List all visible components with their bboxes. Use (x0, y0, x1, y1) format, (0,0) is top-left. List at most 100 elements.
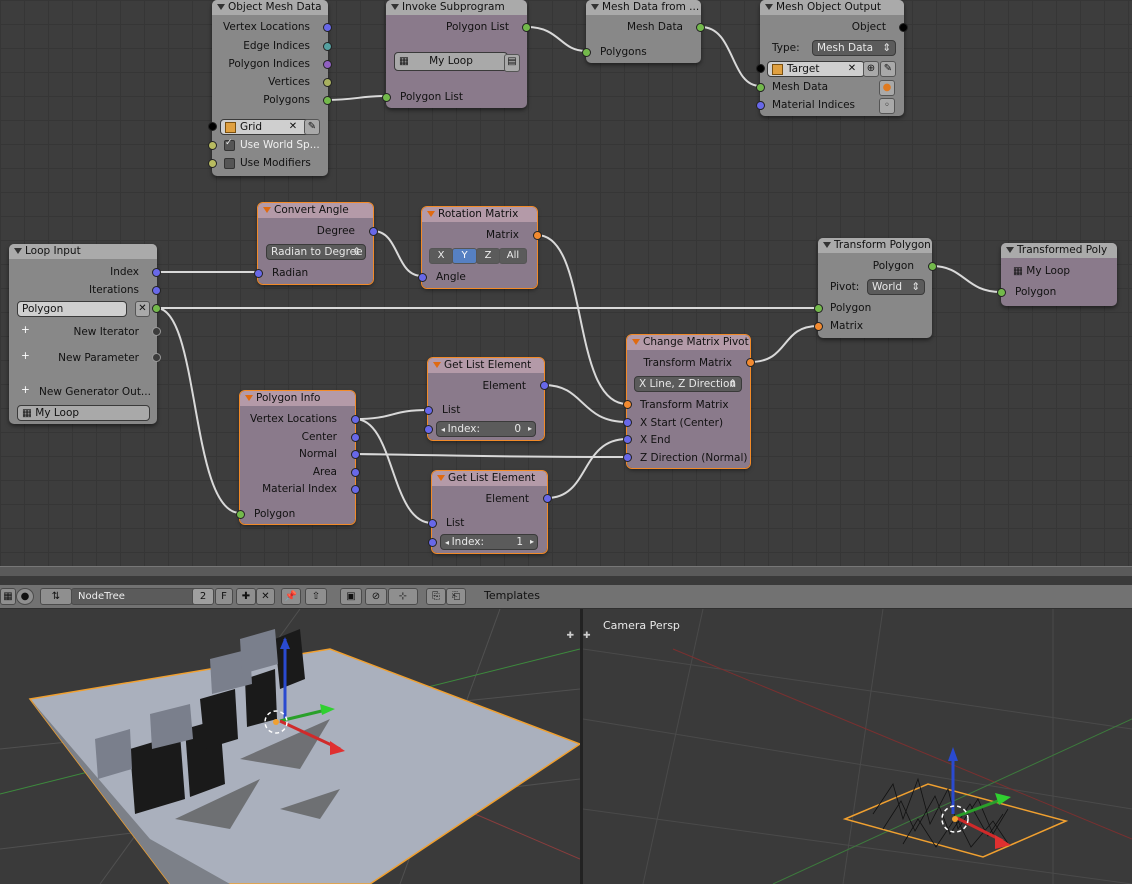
subprogram-selector[interactable]: ▦ My Loop (394, 52, 508, 71)
node-title[interactable]: Transformed Poly (1001, 243, 1117, 258)
pivot-mode-dropdown[interactable]: X Line, Z Direction ⇕ (634, 376, 742, 392)
output-socket[interactable] (899, 23, 908, 32)
use-modifiers-checkbox[interactable] (224, 158, 235, 169)
output-socket[interactable] (746, 358, 755, 367)
input-socket[interactable] (236, 510, 245, 519)
rotation-matrix-node[interactable]: Rotation Matrix Matrix X Y Z All Angle (418, 206, 542, 289)
clear-icon[interactable]: ✕ (287, 120, 299, 134)
index-field[interactable]: ◂ Index: 0 ▸ (436, 421, 536, 437)
new-generator-button[interactable]: New Generator Out... (39, 386, 151, 398)
output-socket[interactable] (323, 23, 332, 32)
loop-name-field[interactable]: ▦ My Loop (17, 405, 150, 421)
input-socket[interactable] (208, 141, 217, 150)
3d-viewport-rendered[interactable]: ✚ (0, 609, 580, 884)
type-dropdown[interactable]: Mesh Data ⇕ (812, 40, 896, 56)
paste-icon[interactable]: ⎗ (446, 588, 466, 605)
fake-user-button[interactable]: F (215, 588, 233, 605)
convert-angle-node[interactable]: Convert Angle Degree Radian to Degree ⇕ R… (254, 202, 378, 285)
snap-mode-icon[interactable]: ⊹ (388, 588, 418, 605)
conversion-mode-dropdown[interactable]: Radian to Degree ⇕ (266, 244, 366, 260)
output-socket[interactable] (323, 60, 332, 69)
object-mesh-data-node[interactable]: Object Mesh Data Vertex Locations Edge I… (208, 0, 332, 176)
output-socket[interactable] (351, 433, 360, 442)
output-socket[interactable] (696, 23, 705, 32)
new-parameter-button[interactable]: New Parameter (58, 352, 139, 364)
eyedropper-icon[interactable]: ✎ (880, 61, 896, 77)
clear-icon[interactable]: ✕ (846, 62, 858, 76)
change-matrix-pivot-node[interactable]: Change Matrix Pivot Transform Matrix X L… (623, 334, 755, 469)
node-title[interactable]: Transform Polygon (818, 238, 932, 253)
input-socket[interactable] (756, 64, 765, 73)
templates-menu[interactable]: Templates (484, 589, 540, 602)
input-socket[interactable] (254, 269, 263, 278)
mesh-data-from-node[interactable]: Mesh Data from ... Mesh Data Polygons (582, 0, 705, 63)
node-tree-browse-icon[interactable]: ⇅ (40, 588, 72, 605)
split-handle-icon[interactable]: ✚ (583, 631, 591, 641)
input-socket[interactable] (208, 122, 217, 131)
node-title[interactable]: Polygon Info (240, 391, 355, 406)
get-list-element-node[interactable]: Get List Element Element List ◂ Index: 1… (428, 470, 552, 554)
use-world-space-checkbox[interactable]: ✓ (224, 138, 235, 151)
output-socket[interactable] (351, 450, 360, 459)
input-socket[interactable] (582, 48, 591, 57)
transform-polygon-node[interactable]: Transform Polygon Polygon Pivot: World ⇕ … (814, 238, 937, 338)
input-socket[interactable] (428, 519, 437, 528)
output-socket[interactable] (928, 262, 937, 271)
backdrop-icon[interactable]: ▣ (340, 588, 362, 605)
input-socket[interactable] (756, 101, 765, 110)
input-socket[interactable] (424, 406, 433, 415)
output-socket[interactable] (369, 227, 378, 236)
users-count[interactable]: 2 (192, 588, 214, 605)
input-socket[interactable] (997, 288, 1006, 297)
input-socket[interactable] (756, 83, 765, 92)
3d-viewport-camera[interactable]: Camera Persp ✚ (583, 609, 1132, 884)
new-iterator-button[interactable]: New Iterator (73, 326, 139, 338)
node-title[interactable]: Loop Input (9, 244, 157, 259)
transformed-poly-node[interactable]: Transformed Poly ▦ My Loop Polygon (997, 243, 1117, 306)
node-title[interactable]: Mesh Data from ... (586, 0, 701, 15)
loop-input-node[interactable]: Loop Input Index Iterations Polygon ✕ + … (9, 244, 161, 424)
input-socket[interactable] (623, 453, 632, 462)
input-socket[interactable] (428, 538, 437, 547)
input-socket[interactable] (208, 159, 217, 168)
node-title[interactable]: Convert Angle (258, 203, 373, 218)
polygon-info-node[interactable]: Polygon Info Vertex Locations Center Nor… (236, 390, 360, 525)
output-socket[interactable] (351, 468, 360, 477)
output-socket[interactable] (152, 268, 161, 277)
remove-icon[interactable]: ✕ (135, 301, 150, 317)
node-title[interactable]: Invoke Subprogram (386, 0, 527, 15)
output-socket[interactable] (323, 78, 332, 87)
input-socket[interactable] (418, 273, 427, 282)
plus-icon[interactable]: + (21, 350, 30, 362)
plus-icon[interactable]: + (21, 324, 30, 336)
output-socket[interactable] (152, 304, 161, 313)
pivot-dropdown[interactable]: World ⇕ (867, 279, 925, 295)
increment-icon[interactable]: ▸ (528, 422, 532, 436)
settings-icon[interactable]: ◦ (879, 98, 895, 114)
paste-icon[interactable]: ▤ (504, 54, 520, 72)
node-title[interactable]: Rotation Matrix (422, 207, 537, 222)
output-socket[interactable] (351, 485, 360, 494)
axis-z-button[interactable]: Z (476, 248, 500, 264)
sphere-icon[interactable]: ● (16, 588, 34, 605)
input-socket[interactable] (623, 435, 632, 444)
output-socket[interactable] (323, 96, 332, 105)
parent-icon[interactable]: ⇧ (305, 588, 327, 605)
output-socket[interactable] (533, 231, 542, 240)
input-socket[interactable] (623, 418, 632, 427)
output-socket[interactable] (323, 42, 332, 51)
input-socket[interactable] (623, 400, 632, 409)
output-socket[interactable] (522, 23, 531, 32)
output-socket[interactable] (543, 494, 552, 503)
input-socket[interactable] (814, 322, 823, 331)
output-socket[interactable] (152, 286, 161, 295)
pin-icon[interactable]: 📌 (281, 588, 301, 605)
output-socket[interactable] (540, 381, 549, 390)
unlink-icon[interactable]: ✕ (256, 588, 275, 605)
input-socket[interactable] (424, 425, 433, 434)
node-tree-name-field[interactable]: NodeTree (71, 588, 197, 605)
get-list-element-node[interactable]: Get List Element Element List ◂ Index: 0… (424, 357, 549, 441)
invoke-subprogram-node[interactable]: Invoke Subprogram Polygon List ▦ My Loop … (382, 0, 531, 108)
node-title[interactable]: Object Mesh Data (212, 0, 328, 15)
mesh-object-output-node[interactable]: Mesh Object Output Object Type: Mesh Dat… (756, 0, 908, 116)
